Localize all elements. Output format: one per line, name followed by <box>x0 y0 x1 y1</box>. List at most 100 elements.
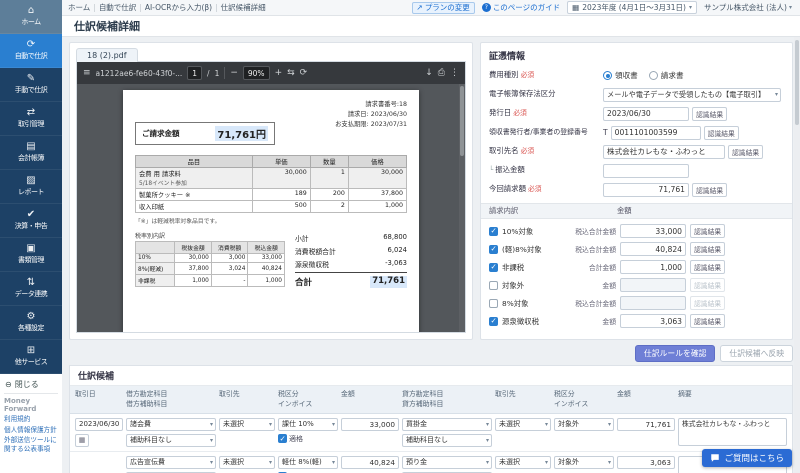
qualified-invoice-checkbox[interactable] <box>278 434 287 444</box>
transfer-amount-input[interactable] <box>603 163 689 178</box>
plan-change-button[interactable]: ↗ プランの変更 <box>411 1 475 14</box>
credit-account-select[interactable]: 預り金 <box>402 455 492 469</box>
recognized-result-button[interactable]: 認識結果 <box>690 224 726 238</box>
memo-input[interactable]: 株式会社カレもな・ふわっと <box>678 417 787 446</box>
page-guide-link[interactable]: ? このページのガイド <box>481 2 560 13</box>
contact-chat-button[interactable]: ご質問はこちら <box>702 449 792 467</box>
breakdown-row-withholding: 源泉徴収税 金額 3,063 認識結果 <box>489 314 784 328</box>
billed-amount-input[interactable]: 71,761 <box>603 182 689 197</box>
breakdown-amount-input[interactable] <box>620 296 686 310</box>
sidebar-item-other-services[interactable]: ⊞ 他サービス <box>0 340 62 374</box>
breadcrumb-home[interactable]: ホーム <box>68 2 96 13</box>
app-window: ⌂ ホーム ⟳ 自動で仕訳 ✎ 手動で仕訳 ⇄ 取引管理 ▤ 会計帳簿 ▨ レポ… <box>0 0 800 473</box>
invoice-radio[interactable] <box>648 71 658 80</box>
breakdown-header: 請求内訳 金額 <box>481 203 792 219</box>
breakdown-checkbox[interactable] <box>489 226 498 236</box>
sidebar-item-settings[interactable]: ⚙ 各種設定 <box>0 306 62 340</box>
fit-width-icon[interactable]: ⇆ <box>287 68 295 78</box>
rotate-icon[interactable]: ⟳ <box>300 68 308 78</box>
sidebar-item-documents[interactable]: ▣ 書類管理 <box>0 238 62 272</box>
invoice-amount-box: ご請求金額 71,761円 <box>135 122 275 145</box>
pdf-page-total: 1 <box>214 68 220 78</box>
sidebar-item-transactions[interactable]: ⇄ 取引管理 <box>0 102 62 136</box>
sidebar-item-manual-journal[interactable]: ✎ 手動で仕訳 <box>0 68 62 102</box>
debit-account-select[interactable]: 諸会費 <box>126 417 216 431</box>
invoice-radio-label[interactable]: 請求書 <box>661 70 684 81</box>
debit-tax-select[interactable]: 軽仕 8%(軽) <box>278 455 338 469</box>
receipt-radio[interactable] <box>603 71 612 80</box>
sidebar-collapse-button[interactable]: ⊖ 閉じる <box>4 376 58 394</box>
credit-amount-input[interactable]: 71,761 <box>617 417 675 431</box>
breadcrumb-auto-journal[interactable]: 自動で仕訳 <box>99 2 142 13</box>
credit-partner-select[interactable]: 未選択 <box>495 417 551 431</box>
debit-amount-input[interactable]: 33,000 <box>341 417 399 431</box>
breakdown-checkbox[interactable] <box>489 298 498 308</box>
apply-to-journal-button[interactable]: 仕訳候補へ反映 <box>720 345 793 362</box>
debit-partner-select[interactable]: 未選択 <box>219 455 275 469</box>
terms-link[interactable]: 利用規約 <box>4 415 58 424</box>
top-bar: ホーム 自動で仕訳 AI-OCRから入力(β) 仕訳候補詳細 ↗ プランの変更 … <box>62 0 800 16</box>
invoice-grand-total: 71,761 <box>370 276 407 288</box>
sidebar-item-auto-journal[interactable]: ⟳ 自動で仕訳 <box>0 34 62 68</box>
transaction-date-input[interactable]: 2023/06/30 <box>75 417 123 431</box>
recognized-result-button[interactable]: 認識結果 <box>703 125 739 140</box>
fiscal-year-selector[interactable]: ▦ 2023年度 (4月1日〜3月31日) ▾ <box>567 1 697 14</box>
breakdown-checkbox[interactable] <box>489 244 498 254</box>
download-icon[interactable]: ↓ <box>425 68 433 78</box>
breakdown-amount-input[interactable]: 40,824 <box>620 242 686 256</box>
more-options-icon[interactable]: ⋮ <box>450 68 459 78</box>
credit-subaccount-select[interactable]: 補助科目なし <box>402 433 492 447</box>
sidebar-item-data-link[interactable]: ⇅ データ連携 <box>0 272 62 306</box>
invoice-due-date: お支払期限: 2023/07/31 <box>335 121 407 129</box>
recognized-result-button[interactable]: 認識結果 <box>728 144 764 159</box>
credit-partner-select[interactable]: 未選択 <box>495 455 551 469</box>
breakdown-checkbox[interactable] <box>489 316 498 326</box>
recognized-result-button[interactable]: 認識結果 <box>690 314 726 328</box>
issue-date-input[interactable]: 2023/06/30 <box>603 106 689 121</box>
debit-subaccount-select[interactable]: 補助科目なし <box>126 433 216 447</box>
breakdown-checkbox[interactable] <box>489 280 498 290</box>
journal-row: 広告宣伝費 補助科目なし 未選択 軽仕 8%(軽) 適格 40,824 預り金 … <box>70 452 792 473</box>
sidebar-item-home[interactable]: ⌂ ホーム <box>0 0 62 34</box>
debit-amount-input[interactable]: 40,824 <box>341 455 399 469</box>
registration-number-input[interactable]: 0011101003599 <box>610 125 701 140</box>
debit-partner-select[interactable]: 未選択 <box>219 417 275 431</box>
sidebar-item-report[interactable]: ▨ レポート <box>0 170 62 204</box>
print-icon[interactable]: ⎙ <box>438 68 445 78</box>
sidebar-item-closing[interactable]: ✔ 決算・申告 <box>0 204 62 238</box>
credit-tax-select[interactable]: 対象外 <box>554 417 614 431</box>
credit-amount-input[interactable]: 3,063 <box>617 455 675 469</box>
breakdown-amount-input[interactable]: 33,000 <box>620 224 686 238</box>
recognized-result-button[interactable]: 認識結果 <box>690 260 726 274</box>
recognized-result-button[interactable]: 認識結果 <box>692 182 728 197</box>
denpo-select[interactable]: メールや電子データで受領したもの【電子取引】 <box>603 87 781 102</box>
file-tab[interactable]: 18 (2).pdf <box>76 48 138 62</box>
zoom-level[interactable]: 90% <box>242 66 270 80</box>
partner-name-input[interactable]: 株式会社カレもな・ふわっと <box>603 144 725 159</box>
external-transmission-link[interactable]: 外部送信ツールに関する公表事項 <box>4 436 58 453</box>
page-content: 18 (2).pdf ≡ a1212ae6-fe60-43f0-... 1 1 … <box>62 37 800 473</box>
window-scrollbar[interactable] <box>794 37 800 473</box>
pdf-page-input[interactable]: 1 <box>187 66 203 80</box>
debit-tax-select[interactable]: 課仕 10% <box>278 417 338 431</box>
company-selector[interactable]: サンプル株式会社 (法人) ▾ <box>704 2 792 13</box>
credit-tax-select[interactable]: 対象外 <box>554 455 614 469</box>
debit-account-select[interactable]: 広告宣伝費 <box>126 455 216 469</box>
breakdown-amount-input[interactable]: 3,063 <box>620 314 686 328</box>
recognized-result-button[interactable]: 認識結果 <box>692 106 728 121</box>
calendar-icon[interactable]: ▦ <box>75 433 89 447</box>
recognized-result-button[interactable]: 認識結果 <box>690 242 726 256</box>
privacy-link[interactable]: 個人情報保護方針 <box>4 426 58 435</box>
credit-account-select[interactable]: 買掛金 <box>402 417 492 431</box>
breakdown-amount-input[interactable] <box>620 278 686 292</box>
zoom-out-icon[interactable]: − <box>230 68 238 78</box>
receipt-radio-label[interactable]: 領収書 <box>615 70 638 81</box>
pdf-menu-icon[interactable]: ≡ <box>83 68 91 78</box>
sidebar-item-ledger[interactable]: ▤ 会計帳簿 <box>0 136 62 170</box>
zoom-in-icon[interactable]: + <box>275 68 283 78</box>
breakdown-checkbox[interactable] <box>489 262 498 272</box>
check-journal-rules-button[interactable]: 仕訳ルールを確認 <box>635 345 716 362</box>
breadcrumb-ai-ocr[interactable]: AI-OCRから入力(β) <box>145 2 218 13</box>
breakdown-amount-input[interactable]: 1,000 <box>620 260 686 274</box>
pdf-scrollbar[interactable] <box>459 84 465 332</box>
